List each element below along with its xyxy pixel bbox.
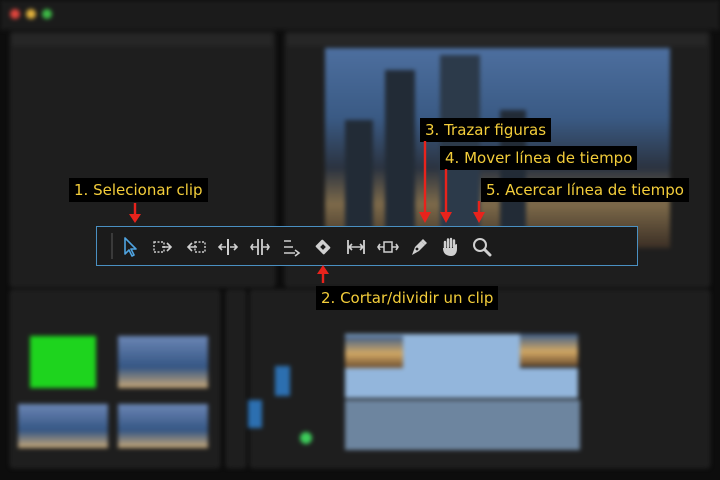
audio-indicator	[300, 432, 312, 444]
label-select-clip: 1. Selecionar clip	[69, 178, 208, 202]
building	[440, 55, 480, 230]
hand-tool[interactable]	[437, 234, 463, 260]
close-dot	[10, 9, 20, 19]
label-pen-draw: 3. Trazar figuras	[420, 118, 552, 142]
ripple-edit-tool[interactable]	[215, 234, 241, 260]
ripple-edit-icon	[217, 239, 239, 255]
label-razor-cut: 2. Cortar/dividir un clip	[316, 286, 499, 310]
timeline-track	[520, 368, 578, 398]
clip-thumbnail	[118, 404, 208, 448]
selection-tool[interactable]	[117, 234, 143, 260]
hand-icon	[443, 237, 457, 256]
rate-stretch-tool[interactable]	[279, 234, 305, 260]
track-select-backward-icon	[186, 241, 206, 253]
razor-tool[interactable]	[310, 234, 336, 260]
timeline-track	[345, 400, 580, 450]
zoom-tool[interactable]	[469, 234, 495, 260]
track-select-forward-icon	[153, 241, 173, 253]
slide-icon	[377, 241, 399, 253]
building	[345, 120, 373, 230]
label-hand-move: 4. Mover línea de tiempo	[440, 146, 638, 170]
track-select-forward-tool[interactable]	[150, 234, 176, 260]
timeline-clip	[520, 334, 578, 366]
track-target	[275, 366, 290, 396]
slip-tool[interactable]	[343, 234, 369, 260]
program-tabs	[287, 34, 707, 46]
minimize-dot	[26, 9, 36, 19]
window-title-bar	[0, 0, 720, 30]
slide-tool[interactable]	[375, 234, 401, 260]
track-target	[248, 400, 262, 428]
tools-panel	[226, 290, 246, 468]
toolbar-grip[interactable]	[111, 233, 113, 259]
track-select-backward-tool[interactable]	[183, 234, 209, 260]
pen-tool[interactable]	[406, 234, 432, 260]
clip-thumbnail	[18, 404, 108, 448]
razor-icon	[315, 239, 331, 255]
zoom-icon	[473, 238, 492, 257]
building	[385, 70, 415, 230]
rate-stretch-icon	[284, 240, 301, 257]
label-zoom-timeline: 5. Acercar línea de tiempo	[481, 178, 689, 202]
rolling-edit-icon	[250, 239, 270, 255]
timeline-clip	[345, 336, 403, 368]
green-clip-thumbnail	[30, 336, 96, 388]
pen-icon	[412, 239, 427, 255]
maximize-dot	[42, 9, 52, 19]
source-tabs	[12, 34, 272, 46]
selection-arrow-icon	[124, 237, 137, 257]
tools-toolbar	[96, 226, 638, 266]
slip-icon	[347, 240, 365, 254]
rolling-edit-tool[interactable]	[247, 234, 273, 260]
clip-thumbnail	[118, 336, 208, 388]
